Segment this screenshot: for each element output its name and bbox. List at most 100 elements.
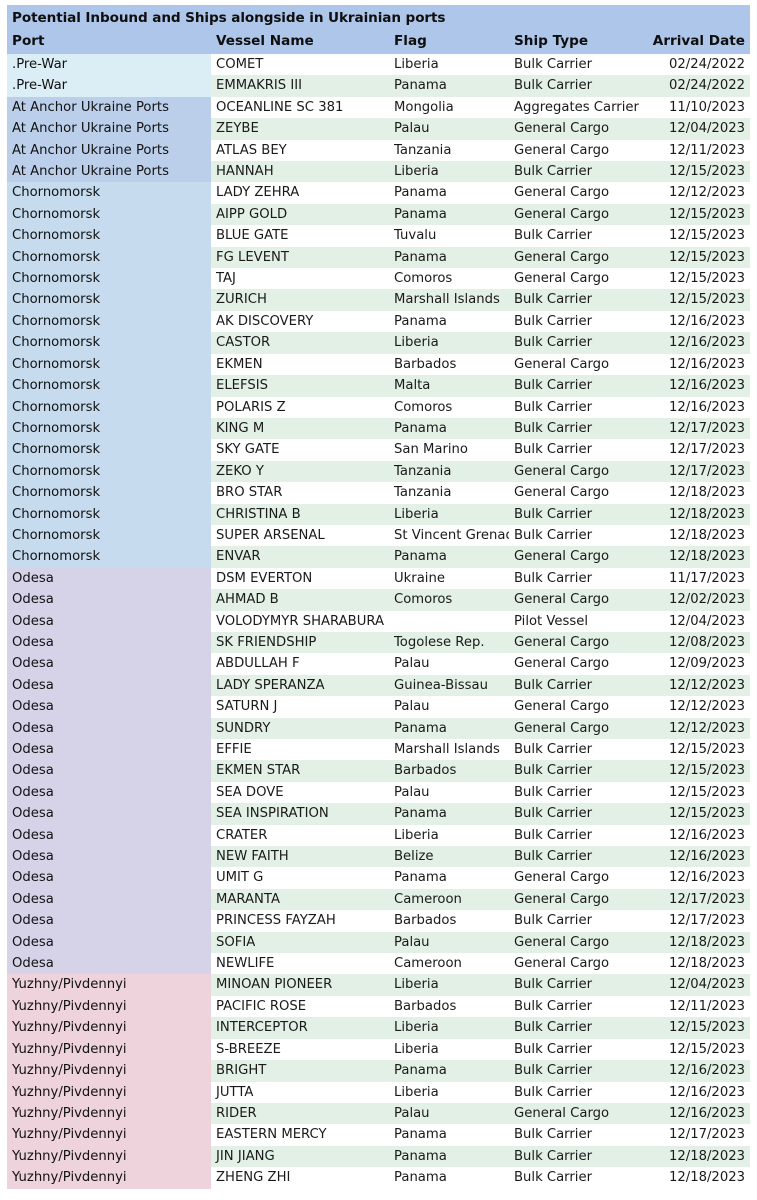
table-row[interactable]: Chornomorsk BLUE GATE Tuvalu Bulk Carrier 12…: [7, 225, 750, 247]
table-row[interactable]: Yuzhny/Pivdennyi JIN JIANG Panama Bulk Carr…: [7, 1145, 750, 1168]
cell-arrival-date: 12/15/2023: [646, 161, 750, 183]
cell-port: Yuzhny/Pivdennyi: [7, 1060, 211, 1082]
table-row[interactable]: Yuzhny/Pivdennyi PACIFIC ROSE Barbados Bulk…: [7, 995, 750, 1018]
table-body: .Pre-War COMET Liberia Bulk Carrier 02/24/20…: [7, 54, 750, 1189]
table-row[interactable]: Chornomorsk FG LEVENT Panama General Cargo 1…: [7, 246, 750, 269]
table-row[interactable]: Odesa NEW FAITH Belize Bulk Carrier 12/16/20…: [7, 846, 750, 868]
cell-port: Chornomorsk: [7, 289, 211, 311]
cell-arrival-date: 12/16/2023: [646, 1081, 750, 1103]
table-row[interactable]: Yuzhny/Pivdennyi MINOAN PIONEER Liberia Bul…: [7, 974, 750, 996]
column-header-port[interactable]: Port: [7, 30, 211, 54]
cell-ship-type: General Cargo: [509, 1102, 646, 1125]
table-row[interactable]: Odesa SEA DOVE Palau Bulk Carrier 12/15/2023: [7, 781, 750, 804]
cell-port: Odesa: [7, 696, 211, 718]
table-row[interactable]: Odesa SK FRIENDSHIP Togolese Rep. General C…: [7, 631, 750, 654]
table-row[interactable]: At Anchor Ukraine Ports ATLAS BEY Tanzania…: [7, 139, 750, 162]
cell-flag: Liberia: [389, 332, 509, 354]
table-row[interactable]: Odesa ABDULLAH F Palau General Cargo 12/09/2…: [7, 653, 750, 675]
table-row[interactable]: Yuzhny/Pivdennyi ZHENG ZHI Panama Bulk Carr…: [7, 1167, 750, 1189]
table-row[interactable]: Yuzhny/Pivdennyi RIDER Palau General Cargo 1…: [7, 1102, 750, 1125]
table-row[interactable]: At Anchor Ukraine Ports HANNAH Liberia Bulk…: [7, 161, 750, 183]
table-row[interactable]: At Anchor Ukraine Ports OCEANLINE SC 381 M…: [7, 96, 750, 119]
cell-flag: Ukraine: [389, 567, 509, 590]
table-row[interactable]: Odesa EKMEN STAR Barbados Bulk Carrier 12/15…: [7, 760, 750, 782]
table-row[interactable]: Chornomorsk CHRISTINA B Liberia Bulk Carrie…: [7, 503, 750, 525]
cell-port: Odesa: [7, 739, 211, 761]
table-row[interactable]: Chornomorsk AK DISCOVERY Panama Bulk Carrie…: [7, 310, 750, 333]
cell-vessel-name: COMET: [211, 54, 389, 76]
table-row[interactable]: Odesa SEA INSPIRATION Panama Bulk Carrier 12…: [7, 803, 750, 825]
cell-arrival-date: 12/17/2023: [646, 439, 750, 461]
table-row[interactable]: Chornomorsk ELEFSIS Malta Bulk Carrier 12/16…: [7, 375, 750, 397]
table-row[interactable]: Odesa LADY SPERANZA Guinea-Bissau Bulk Carr…: [7, 674, 750, 697]
table-row[interactable]: Chornomorsk ENVAR Panama General Cargo 12/18…: [7, 546, 750, 568]
cell-ship-type: Bulk Carrier: [509, 824, 646, 847]
table-row[interactable]: Odesa DSM EVERTON Ukraine Bulk Carrier 11/17…: [7, 567, 750, 590]
table-row[interactable]: At Anchor Ukraine Ports ZEYBE Palau General…: [7, 118, 750, 140]
table-row[interactable]: Chornomorsk LADY ZEHRA Panama General Cargo…: [7, 182, 750, 204]
table-row[interactable]: .Pre-War EMMAKRIS III Panama Bulk Carrier 02…: [7, 75, 750, 97]
table-row[interactable]: Chornomorsk POLARIS Z Comoros Bulk Carrier 1…: [7, 396, 750, 418]
cell-ship-type: Bulk Carrier: [509, 225, 646, 247]
cell-port: Odesa: [7, 631, 211, 654]
cell-port: Chornomorsk: [7, 503, 211, 525]
table-row[interactable]: Chornomorsk EKMEN Barbados General Cargo 12/…: [7, 353, 750, 376]
table-row[interactable]: Chornomorsk AIPP GOLD Panama General Cargo 1…: [7, 203, 750, 226]
table-row[interactable]: Chornomorsk SUPER ARSENAL St Vincent Grena…: [7, 524, 750, 547]
table-row[interactable]: Chornomorsk SKY GATE San Marino Bulk Carrie…: [7, 439, 750, 461]
cell-vessel-name: KING M: [211, 417, 389, 440]
table-row[interactable]: Yuzhny/Pivdennyi JUTTA Liberia Bulk Carrier…: [7, 1081, 750, 1103]
table-row[interactable]: Odesa UMIT G Panama General Cargo 12/16/2023: [7, 867, 750, 889]
column-header-arrival-date[interactable]: Arrival Date: [646, 30, 750, 54]
table-row[interactable]: Odesa SATURN J Palau General Cargo 12/12/202…: [7, 696, 750, 718]
table-row[interactable]: Chornomorsk KING M Panama Bulk Carrier 12/17…: [7, 417, 750, 440]
table-row[interactable]: Chornomorsk TAJ Comoros General Cargo 12/15/…: [7, 268, 750, 290]
table-row[interactable]: Odesa VOLODYMYR SHARABURA Pilot Vessel 12/0…: [7, 610, 750, 632]
table-row[interactable]: Odesa CRATER Liberia Bulk Carrier 12/16/2023: [7, 824, 750, 847]
table-row[interactable]: Chornomorsk CASTOR Liberia Bulk Carrier 12/1…: [7, 332, 750, 354]
cell-port: Chornomorsk: [7, 439, 211, 461]
cell-vessel-name: OCEANLINE SC 381: [211, 96, 389, 119]
column-header-ship-type[interactable]: Ship Type: [509, 30, 646, 54]
cell-vessel-name: ELEFSIS: [211, 375, 389, 397]
table-row[interactable]: Odesa AHMAD B Comoros General Cargo 12/02/20…: [7, 589, 750, 611]
table-row[interactable]: Chornomorsk BRO STAR Tanzania General Cargo…: [7, 482, 750, 504]
table-row[interactable]: Odesa PRINCESS FAYZAH Barbados Bulk Carrier…: [7, 910, 750, 932]
cell-flag: Palau: [389, 931, 509, 954]
table-row[interactable]: Yuzhny/Pivdennyi BRIGHT Panama Bulk Carrier…: [7, 1060, 750, 1082]
cell-vessel-name: ATLAS BEY: [211, 139, 389, 162]
cell-flag: Barbados: [389, 353, 509, 376]
cell-port: Yuzhny/Pivdennyi: [7, 974, 211, 996]
cell-flag: Panama: [389, 246, 509, 269]
table-row[interactable]: Chornomorsk ZURICH Marshall Islands Bulk Ca…: [7, 289, 750, 311]
cell-vessel-name: AIPP GOLD: [211, 203, 389, 226]
cell-flag: Liberia: [389, 824, 509, 847]
cell-arrival-date: 12/18/2023: [646, 524, 750, 547]
cell-port: Chornomorsk: [7, 332, 211, 354]
cell-vessel-name: ABDULLAH F: [211, 653, 389, 675]
cell-vessel-name: CHRISTINA B: [211, 503, 389, 525]
cell-flag: Panama: [389, 803, 509, 825]
cell-flag: Panama: [389, 1060, 509, 1082]
cell-arrival-date: 12/16/2023: [646, 1102, 750, 1125]
cell-vessel-name: ZHENG ZHI: [211, 1167, 389, 1189]
cell-vessel-name: JIN JIANG: [211, 1145, 389, 1168]
table-row[interactable]: Chornomorsk ZEKO Y Tanzania General Cargo 12…: [7, 460, 750, 483]
column-header-vessel-name[interactable]: Vessel Name: [211, 30, 389, 54]
cell-vessel-name: NEW FAITH: [211, 846, 389, 868]
table-row[interactable]: Odesa SOFIA Palau General Cargo 12/18/2023: [7, 931, 750, 954]
table-row[interactable]: Odesa NEWLIFE Cameroon General Cargo 12/18/2…: [7, 953, 750, 975]
table-row[interactable]: Odesa SUNDRY Panama General Cargo 12/12/2023: [7, 717, 750, 739]
cell-ship-type: Bulk Carrier: [509, 375, 646, 397]
table-row[interactable]: .Pre-War COMET Liberia Bulk Carrier 02/24/20…: [7, 54, 750, 76]
table-row[interactable]: Odesa MARANTA Cameroon General Cargo 12/17/2…: [7, 888, 750, 911]
cell-vessel-name: LADY ZEHRA: [211, 182, 389, 204]
column-header-flag[interactable]: Flag: [389, 30, 509, 54]
cell-flag: [389, 610, 509, 632]
table-row[interactable]: Yuzhny/Pivdennyi EASTERN MERCY Panama Bulk …: [7, 1124, 750, 1146]
cell-flag: Barbados: [389, 760, 509, 782]
table-row[interactable]: Odesa EFFIE Marshall Islands Bulk Carrier 12…: [7, 739, 750, 761]
cell-flag: Cameroon: [389, 888, 509, 911]
table-row[interactable]: Yuzhny/Pivdennyi INTERCEPTOR Liberia Bulk C…: [7, 1017, 750, 1039]
table-row[interactable]: Yuzhny/Pivdennyi S-BREEZE Liberia Bulk Carr…: [7, 1038, 750, 1061]
